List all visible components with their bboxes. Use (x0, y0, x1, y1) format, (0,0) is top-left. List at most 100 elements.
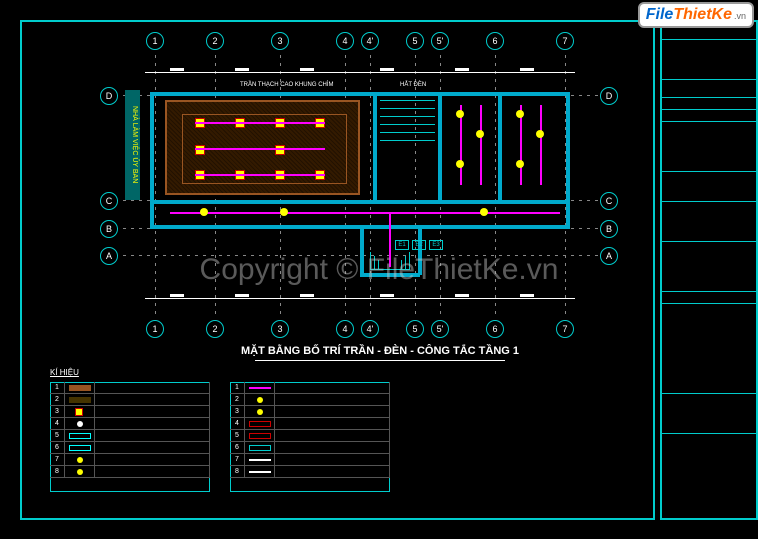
switch-icon (516, 160, 524, 168)
switch-icon (480, 208, 488, 216)
grid-bubble: 1 (146, 320, 164, 338)
tb-row (662, 110, 756, 122)
legend-row: 8 (230, 466, 390, 478)
grid-bubble: 3 (271, 320, 289, 338)
stair (380, 116, 435, 117)
tb-row (662, 242, 756, 292)
wiring (540, 105, 542, 185)
dim-tick (455, 68, 469, 71)
legend-row: 6 (230, 442, 390, 454)
light-fixture (195, 145, 205, 155)
wall (373, 92, 377, 202)
legend-row: 4 (50, 418, 210, 430)
dim-tick (300, 294, 314, 297)
switch-icon (200, 208, 208, 216)
wall (360, 273, 420, 277)
grid-bubble: 7 (556, 32, 574, 50)
legend-row: 7 (50, 454, 210, 466)
legend-row: 1 (230, 382, 390, 394)
grid-bubble: 6 (486, 32, 504, 50)
stair (380, 124, 435, 125)
legend-title: KÍ HIỆU (50, 368, 79, 377)
grid-bubble: A (600, 247, 618, 265)
wall (418, 225, 422, 275)
switch-icon (516, 110, 524, 118)
dim-line (145, 298, 575, 299)
dim-tick (520, 68, 534, 71)
switch-icon (536, 130, 544, 138)
wall (438, 92, 442, 202)
wiring (195, 122, 325, 124)
grid-bubble: 1 (146, 32, 164, 50)
grid-bubble: A (100, 247, 118, 265)
tb-row (662, 40, 756, 80)
grid-bubble: 6 (486, 320, 504, 338)
grid-bubble: 2 (206, 32, 224, 50)
grid-bubble: 4' (361, 32, 379, 50)
switch-icon (280, 208, 288, 216)
watermark-logo: File ThietKe .vn (638, 2, 754, 28)
drawing-title: MẶT BẰNG BỐ TRÍ TRẦN - ĐÈN - CÔNG TẮC TẦ… (230, 345, 530, 357)
grid-bubble: D (100, 87, 118, 105)
panel: E2 (412, 240, 426, 250)
stair (380, 100, 435, 101)
dim-tick (455, 294, 469, 297)
logo-suffix: .vn (734, 11, 746, 21)
logo-part1: File (646, 6, 674, 24)
grid-bubble: B (100, 220, 118, 238)
ceiling-note: TRẦN THẠCH CAO KHUNG CHÌM (240, 82, 334, 88)
grid-bubble: 3 (271, 32, 289, 50)
cad-canvas: File ThietKe .vn 1 2 3 4 4' 5 5' 6 (0, 0, 758, 539)
wall (150, 92, 154, 228)
tb-row (662, 98, 756, 110)
title-underline (255, 360, 505, 361)
stair (380, 108, 435, 109)
tb-row (662, 80, 756, 98)
legend-row: 5 (50, 430, 210, 442)
title-block (660, 20, 758, 520)
dim-tick (170, 68, 184, 71)
legend-row: 4 (230, 418, 390, 430)
wall (498, 92, 502, 202)
switch-icon (476, 130, 484, 138)
wiring (480, 105, 482, 185)
grid-bubble: 7 (556, 320, 574, 338)
dim-tick (170, 294, 184, 297)
tb-row (662, 122, 756, 172)
legend-row: 3 (50, 406, 210, 418)
wiring (195, 148, 325, 150)
tb-row (662, 172, 756, 202)
wiring (195, 174, 325, 176)
tb-row (662, 202, 756, 242)
tb-row (662, 292, 756, 304)
legend-row: 5 (230, 430, 390, 442)
wall (150, 200, 570, 204)
panel: E3 (429, 240, 443, 250)
legend-row: 2 (50, 394, 210, 406)
dim-tick (520, 294, 534, 297)
panel: E1 (395, 240, 409, 250)
legend-row: 1 (50, 382, 210, 394)
dim-tick (380, 294, 394, 297)
dim-tick (300, 68, 314, 71)
dim-tick (235, 294, 249, 297)
grid-bubble: 5 (406, 32, 424, 50)
stair (380, 132, 435, 133)
legend-row: 6 (50, 442, 210, 454)
grid-bubble: 4 (336, 32, 354, 50)
legend-row: 7 (230, 454, 390, 466)
wall (150, 92, 570, 96)
tb-row (662, 304, 756, 394)
legend-row: 3 (230, 406, 390, 418)
grid-bubble: 5 (406, 320, 424, 338)
grid-bubble: C (100, 192, 118, 210)
wall (566, 92, 570, 228)
grid-bubble: C (600, 192, 618, 210)
legend-row: 2 (230, 394, 390, 406)
tb-row (662, 394, 756, 434)
grid-bubble: 4' (361, 320, 379, 338)
switch-icon (456, 160, 464, 168)
wall (360, 225, 364, 275)
dim-tick (380, 68, 394, 71)
grid-bubble: 2 (206, 320, 224, 338)
